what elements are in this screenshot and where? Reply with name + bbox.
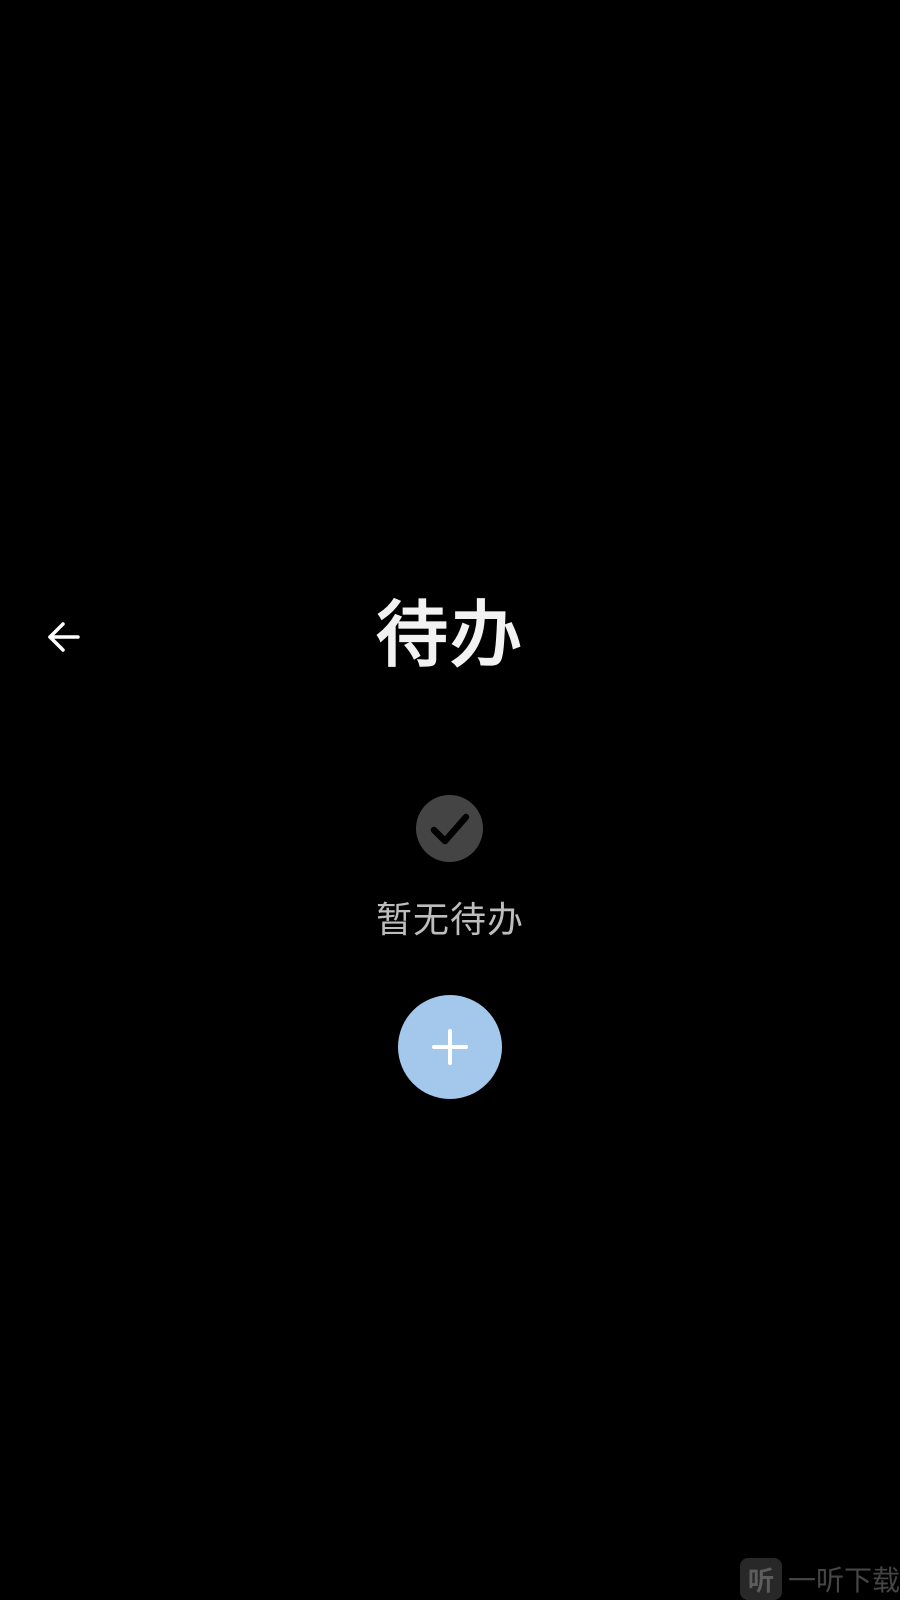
empty-state-message: 暂无待办 <box>375 900 524 941</box>
watermark-logo: 听 <box>740 1558 782 1600</box>
empty-state-icon-container <box>416 795 483 862</box>
todo-screen: 待办 暂无待办 听 一听下载 <box>0 0 900 1600</box>
watermark-text: 一听下载 <box>788 1564 900 1597</box>
header: 待办 <box>0 585 900 685</box>
add-todo-button[interactable] <box>398 995 502 1099</box>
page-title: 待办 <box>375 593 524 677</box>
watermark: 听 一听下载 <box>740 1558 900 1600</box>
plus-icon <box>432 1029 468 1065</box>
check-circle-icon <box>430 813 469 844</box>
